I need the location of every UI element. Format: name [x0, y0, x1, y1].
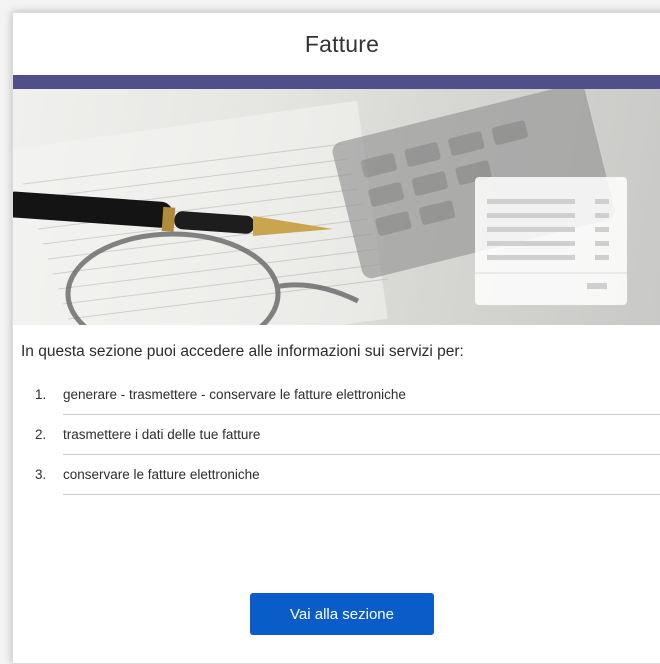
list-item[interactable]: 2. trasmettere i dati delle tue fatture: [13, 415, 660, 455]
hero-image: [13, 89, 660, 325]
accent-bar: [13, 75, 660, 89]
list-item-number: 3.: [35, 467, 47, 482]
list-item-number: 1.: [35, 387, 47, 402]
invoices-card: Fatture In questa sezione puoi accedere …: [12, 12, 660, 664]
list-item-number: 2.: [35, 427, 47, 442]
cta-container: Vai alla sezione: [13, 593, 660, 635]
card-title: Fatture: [304, 30, 380, 57]
list-item-label: conservare le fatture elettroniche: [63, 467, 260, 482]
list-item-label: trasmettere i dati delle tue fatture: [63, 427, 261, 442]
go-to-section-button[interactable]: Vai alla sezione: [250, 593, 434, 635]
list-item[interactable]: 1. generare - trasmettere - conservare l…: [13, 375, 660, 415]
list-item[interactable]: 3. conservare le fatture elettroniche: [13, 455, 660, 495]
list-item-label: generare - trasmettere - conservare le f…: [63, 387, 406, 402]
invoice-desk-illustration-icon: [13, 89, 627, 325]
section-description: In questa sezione puoi accedere alle inf…: [21, 343, 464, 360]
services-list: 1. generare - trasmettere - conservare l…: [13, 375, 660, 495]
